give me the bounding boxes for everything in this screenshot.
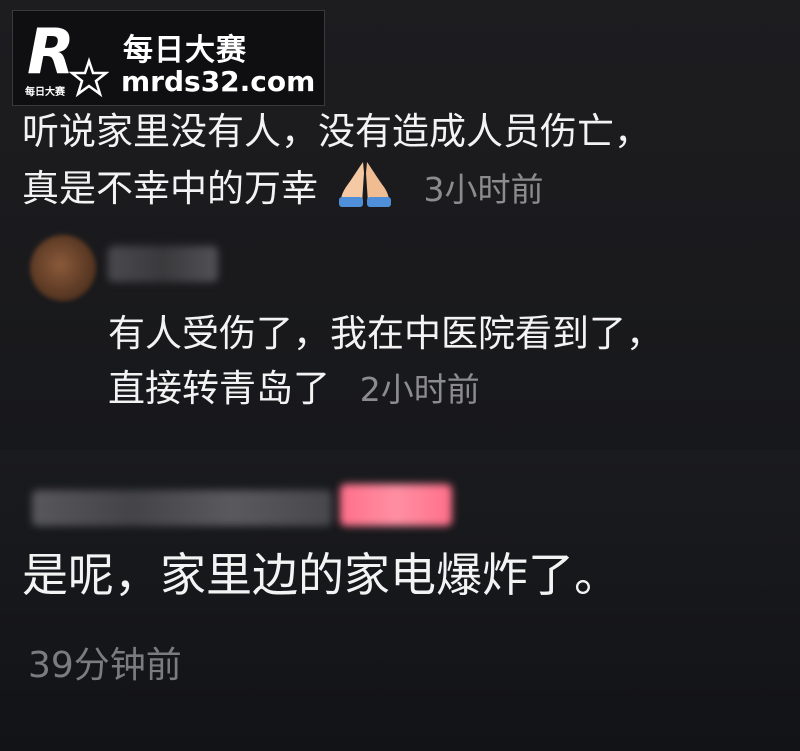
comment-1: 听说家里没有人，没有造成人员伤亡， 真是不幸中的万幸 3小时前 <box>22 104 651 217</box>
watermark: R 每日大赛 每日大赛 mrds32.com <box>12 10 325 106</box>
comment-1-text: 真是不幸中的万幸 <box>22 167 318 210</box>
blurred-badge <box>340 484 452 526</box>
comment-2: 有人受伤了，我在中医院看到了， 直接转青岛了 2小时前 <box>108 306 663 417</box>
comment-2-timestamp: 2小时前 <box>359 370 480 409</box>
watermark-url: mrds32.com <box>121 65 316 98</box>
folded-hands-icon <box>338 162 391 207</box>
blurred-username[interactable] <box>32 490 332 526</box>
blurred-username[interactable] <box>108 246 218 282</box>
watermark-title: 每日大赛 <box>123 33 247 68</box>
svg-text:R: R <box>27 17 75 88</box>
watermark-logo-icon: R 每日大赛 <box>25 17 109 98</box>
svg-text:每日大赛: 每日大赛 <box>25 85 66 98</box>
comment-2-text: 直接转青岛了 <box>108 367 330 410</box>
avatar[interactable] <box>30 235 96 301</box>
comment-1-timestamp: 3小时前 <box>423 170 544 209</box>
comment-1-line-2: 真是不幸中的万幸 3小时前 <box>22 159 651 217</box>
comment-3-text: 是呢，家里边的家电爆炸了。 <box>22 548 620 602</box>
comment-1-line-1: 听说家里没有人，没有造成人员伤亡， <box>22 110 651 153</box>
comment-3-timestamp: 39分钟前 <box>28 645 182 686</box>
comment-2-line-1: 有人受伤了，我在中医院看到了， <box>108 312 663 355</box>
comment-2-line-2: 直接转青岛了 2小时前 <box>108 361 663 417</box>
